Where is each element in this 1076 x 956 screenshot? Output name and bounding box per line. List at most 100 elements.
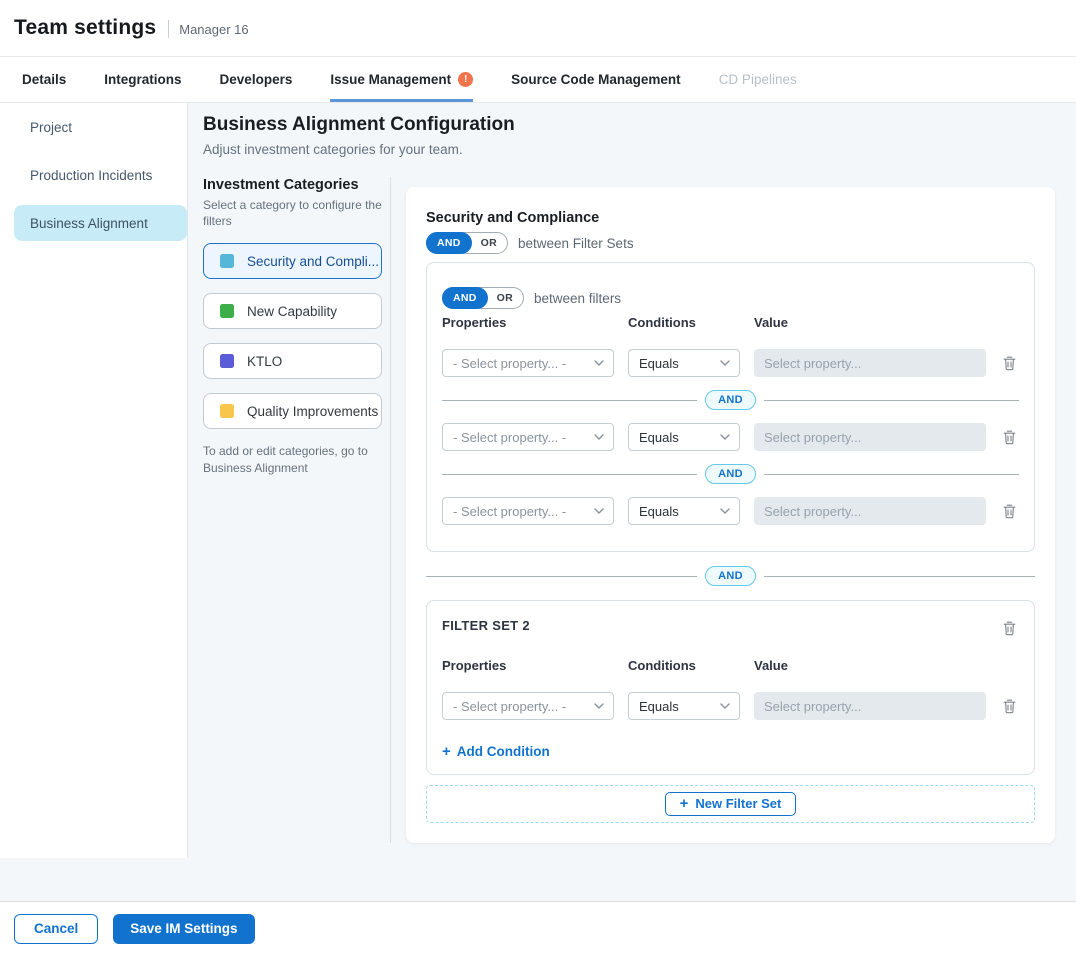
category-new-capability[interactable]: New Capability xyxy=(203,293,382,329)
delete-filter-button[interactable] xyxy=(1000,427,1019,447)
column-divider xyxy=(390,177,391,843)
value-header: Value xyxy=(754,315,986,330)
filter-set-2-card: FILTER SET 2 Properties Conditions Value xyxy=(426,600,1035,775)
section-subtitle: Adjust investment categories for your te… xyxy=(203,142,1055,157)
value-input: Select property... xyxy=(754,692,986,720)
alert-badge-icon: ! xyxy=(458,72,473,87)
sidebar-item-production-incidents[interactable]: Production Incidents xyxy=(14,157,187,193)
tab-details[interactable]: Details xyxy=(22,57,66,102)
investment-categories-column: Investment Categories Select a category … xyxy=(203,177,382,843)
categories-hint: Select a category to configure the filte… xyxy=(203,197,382,229)
tab-issue-management[interactable]: Issue Management ! xyxy=(330,57,473,102)
trash-icon xyxy=(1002,355,1017,371)
settings-sidebar: Project Production Incidents Business Al… xyxy=(0,103,188,858)
property-select[interactable]: - Select property... - xyxy=(442,497,614,525)
category-color-swatch xyxy=(220,304,234,318)
add-condition-button[interactable]: + Add Condition xyxy=(442,744,550,759)
category-quality-improvements[interactable]: Quality Improvements xyxy=(203,393,382,429)
filter-row: - Select property... - Equals Select pro… xyxy=(442,692,1019,720)
new-filter-set-button[interactable]: + New Filter Set xyxy=(665,792,797,816)
body: Project Production Incidents Business Al… xyxy=(0,103,1076,858)
tab-bar: Details Integrations Developers Issue Ma… xyxy=(0,57,1076,103)
categories-footnote: To add or edit categories, go to Busines… xyxy=(203,443,382,477)
condition-select[interactable]: Equals xyxy=(628,692,740,720)
delete-filter-button[interactable] xyxy=(1000,353,1019,373)
chevron-down-icon xyxy=(720,508,730,514)
property-select[interactable]: - Select property... - xyxy=(442,423,614,451)
tab-source-code-management[interactable]: Source Code Management xyxy=(511,57,681,102)
title-divider xyxy=(168,20,169,38)
filters-panel-title: Security and Compliance xyxy=(426,210,1035,226)
property-select[interactable]: - Select property... - xyxy=(442,349,614,377)
filter-sets-and-or-toggle[interactable]: AND OR xyxy=(426,232,508,254)
page-title: Team settings xyxy=(14,16,156,40)
section-title: Business Alignment Configuration xyxy=(203,114,1055,136)
and-option[interactable]: AND xyxy=(426,232,472,254)
bottom-strip xyxy=(0,858,1076,901)
or-option[interactable]: OR xyxy=(487,292,523,304)
sidebar-item-business-alignment[interactable]: Business Alignment xyxy=(14,205,187,241)
delete-filter-button[interactable] xyxy=(1000,501,1019,521)
chevron-down-icon xyxy=(594,703,604,709)
filter-connector: AND xyxy=(442,464,1019,484)
sidebar-item-project[interactable]: Project xyxy=(14,109,187,145)
condition-select[interactable]: Equals xyxy=(628,497,740,525)
plus-icon: + xyxy=(442,744,451,759)
main-content: Business Alignment Configuration Adjust … xyxy=(188,103,1076,858)
chevron-down-icon xyxy=(720,434,730,440)
filter-set-2-title: FILTER SET 2 xyxy=(442,618,530,633)
value-header: Value xyxy=(754,658,986,673)
trash-icon xyxy=(1002,429,1017,445)
chevron-down-icon xyxy=(594,434,604,440)
new-filter-set-dropzone: + New Filter Set xyxy=(426,785,1035,823)
header-context-label: Manager 16 xyxy=(179,22,248,37)
page-header: Team settings Manager 16 xyxy=(0,0,1076,57)
condition-select[interactable]: Equals xyxy=(628,349,740,377)
value-input: Select property... xyxy=(754,349,986,377)
filter-set-1-card: AND OR between filters Properties Condit… xyxy=(426,262,1035,552)
chevron-down-icon xyxy=(594,360,604,366)
filter-column-headers: Properties Conditions Value xyxy=(442,315,1019,330)
filter-row: - Select property... - Equals Select pro… xyxy=(442,497,1019,525)
trash-icon xyxy=(1002,503,1017,519)
filter-row: - Select property... - Equals Select pro… xyxy=(442,423,1019,451)
properties-header: Properties xyxy=(442,658,614,673)
tab-integrations[interactable]: Integrations xyxy=(104,57,181,102)
toggle-caption: between Filter Sets xyxy=(518,236,634,251)
cancel-button[interactable]: Cancel xyxy=(14,914,98,944)
save-im-settings-button[interactable]: Save IM Settings xyxy=(113,914,254,944)
chevron-down-icon xyxy=(720,703,730,709)
conditions-header: Conditions xyxy=(628,658,740,673)
filters-panel-wrap: Security and Compliance AND OR between F… xyxy=(406,177,1055,843)
filter-column-headers: Properties Conditions Value xyxy=(442,658,1019,673)
filter-connector: AND xyxy=(442,390,1019,410)
category-color-swatch xyxy=(220,254,234,268)
action-footer: Cancel Save IM Settings xyxy=(0,901,1076,956)
value-input: Select property... xyxy=(754,497,986,525)
chevron-down-icon xyxy=(594,508,604,514)
and-option[interactable]: AND xyxy=(442,287,488,309)
category-color-swatch xyxy=(220,354,234,368)
or-option[interactable]: OR xyxy=(471,237,507,249)
and-connector-pill: AND xyxy=(705,566,756,586)
filter-row: - Select property... - Equals Select pro… xyxy=(442,349,1019,377)
category-security-and-compliance[interactable]: Security and Compli... xyxy=(203,243,382,279)
filter-set-connector: AND xyxy=(426,566,1035,586)
plus-icon: + xyxy=(680,796,689,811)
tab-developers[interactable]: Developers xyxy=(220,57,293,102)
filters-and-or-toggle[interactable]: AND OR xyxy=(442,287,524,309)
tab-cd-pipelines: CD Pipelines xyxy=(719,57,797,102)
categories-title: Investment Categories xyxy=(203,177,382,193)
delete-filter-button[interactable] xyxy=(1000,696,1019,716)
conditions-header: Conditions xyxy=(628,315,740,330)
and-connector-pill: AND xyxy=(705,464,756,484)
value-input: Select property... xyxy=(754,423,986,451)
category-ktlo[interactable]: KTLO xyxy=(203,343,382,379)
condition-select[interactable]: Equals xyxy=(628,423,740,451)
property-select[interactable]: - Select property... - xyxy=(442,692,614,720)
filters-panel: Security and Compliance AND OR between F… xyxy=(406,187,1055,843)
trash-icon xyxy=(1002,698,1017,714)
category-color-swatch xyxy=(220,404,234,418)
delete-filter-set-button[interactable] xyxy=(1000,618,1019,638)
and-connector-pill: AND xyxy=(705,390,756,410)
